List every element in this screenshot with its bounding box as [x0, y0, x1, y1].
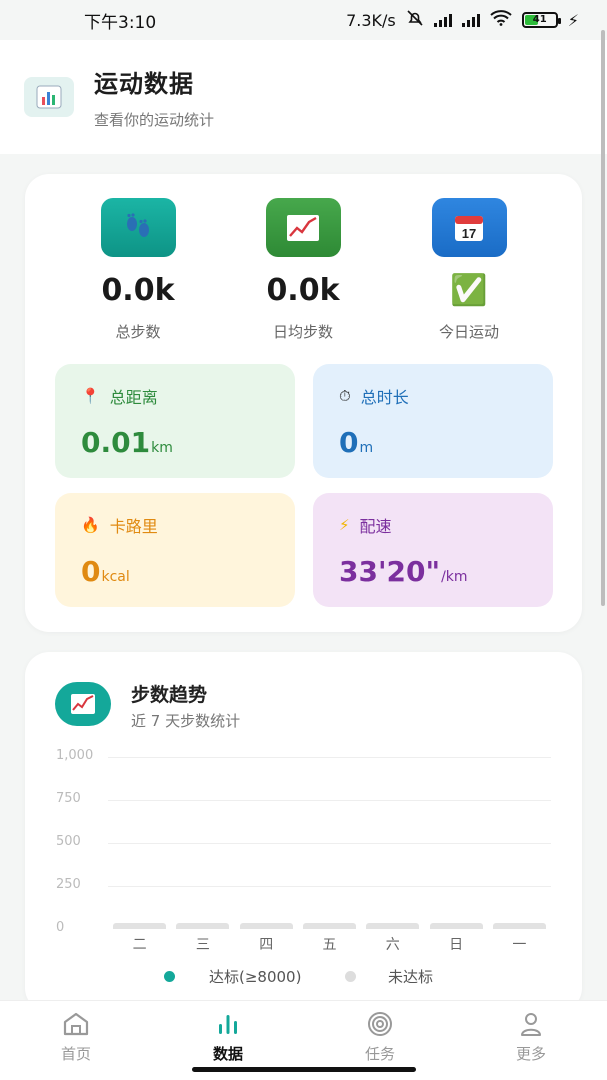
distance-unit: km	[151, 440, 173, 456]
home-icon	[36, 1011, 116, 1037]
fire-icon: 🔥	[81, 516, 100, 534]
y-tick-label: 250	[56, 877, 81, 892]
y-tick-label: 0	[56, 920, 65, 935]
bar-2[interactable]	[239, 923, 293, 929]
avg-steps-label: 日均步数	[272, 323, 333, 341]
bar-chart-icon	[24, 77, 74, 117]
y-tick-label: 1,000	[56, 748, 94, 763]
calories-value: 0	[81, 555, 101, 588]
nav-label-home: 首页	[60, 1045, 91, 1063]
nav-item-data[interactable]: 数据	[188, 1011, 268, 1064]
trend-title: 步数趋势	[131, 684, 208, 706]
legend-item-not-reached: 未达标	[345, 966, 433, 987]
x-tick-label: 三	[195, 937, 210, 953]
metric-pace[interactable]: ⚡ 配速 33'20"/km	[313, 493, 553, 607]
calories-unit: kcal	[101, 569, 130, 585]
y-tick-label: 500	[56, 834, 81, 849]
x-tick-label: 五	[322, 937, 337, 953]
wifi-icon	[490, 10, 512, 30]
trend-chart-icon	[265, 198, 341, 257]
nav-item-more[interactable]: 更多	[491, 1011, 571, 1064]
duration-value: 0	[339, 426, 359, 459]
distance-label: 总距离	[109, 388, 158, 407]
metric-duration[interactable]: ⏱ 总时长 0m	[313, 364, 553, 478]
legend-dot-reached	[164, 971, 175, 982]
today-label: 今日运动	[438, 323, 499, 341]
bar-1[interactable]	[176, 923, 230, 929]
trend-card: 步数趋势 近 7 天步数统计 1,000 750 500 250 0 二 三 四 五 六 日 一 达标…	[25, 652, 582, 1012]
net-speed: 7.3K/s	[346, 10, 396, 30]
stat-avg-steps: 0.0k 日均步数	[228, 198, 378, 342]
battery-icon: 41	[521, 12, 561, 28]
svg-text:17: 17	[462, 226, 476, 241]
x-tick-label: 一	[512, 937, 527, 953]
status-icons: 7.3K/s 41 ⚡	[346, 9, 579, 31]
duration-label: 总时长	[360, 388, 409, 407]
calendar-icon: 17	[431, 198, 507, 257]
nav-item-tasks[interactable]: 任务	[340, 1011, 420, 1064]
total-steps-label: 总步数	[115, 323, 161, 341]
home-indicator[interactable]	[192, 1067, 416, 1072]
distance-value: 0.01	[81, 426, 151, 459]
pace-unit: /km	[441, 569, 468, 585]
x-tick-label: 四	[259, 937, 274, 953]
metric-calories[interactable]: 🔥 卡路里 0kcal	[55, 493, 295, 607]
bar-4[interactable]	[366, 923, 420, 929]
gridline	[108, 886, 551, 887]
signal-icon	[433, 13, 452, 27]
calories-label: 卡路里	[109, 517, 158, 536]
stats-card: 0.0k 总步数 0.0k 日均步数 17 ✅ 今日运动 📍 总距离 0.01k…	[25, 174, 582, 632]
stats-icon	[188, 1011, 268, 1037]
trend-chart-icon	[55, 682, 111, 726]
metric-distance[interactable]: 📍 总距离 0.01km	[55, 364, 295, 478]
pace-label: 配速	[359, 517, 392, 536]
footprints-icon	[100, 198, 176, 257]
x-tick-label: 二	[132, 937, 147, 953]
legend-label-not-reached: 未达标	[388, 968, 434, 986]
total-steps-value: 0.0k	[101, 273, 175, 308]
avg-steps-value: 0.0k	[266, 273, 340, 308]
bar-6[interactable]	[492, 923, 546, 929]
today-status-icon: ✅	[450, 273, 488, 308]
legend-dot-not-reached	[345, 971, 356, 982]
legend-item-reached: 达标(≥8000)	[164, 966, 301, 987]
nav-label-tasks: 任务	[364, 1045, 395, 1063]
page-header: 运动数据 查看你的运动统计	[0, 40, 607, 154]
legend-label-reached: 达标(≥8000)	[209, 968, 302, 986]
user-icon	[491, 1011, 571, 1037]
pin-icon: 📍	[81, 387, 100, 405]
charging-icon: ⚡	[567, 10, 579, 30]
pace-value: 33'20"	[339, 555, 441, 588]
bar-0[interactable]	[113, 923, 167, 929]
stopwatch-icon: ⏱	[339, 387, 351, 405]
page-title: 运动数据	[94, 70, 194, 98]
y-tick-label: 750	[56, 791, 81, 806]
bar-3[interactable]	[303, 923, 356, 929]
nav-item-home[interactable]: 首页	[36, 1011, 116, 1064]
page-subtitle: 查看你的运动统计	[94, 111, 215, 129]
nav-label-data: 数据	[212, 1045, 243, 1063]
status-bar: 下午3:10 7.3K/s 41 ⚡	[0, 0, 607, 40]
bar-5[interactable]	[429, 923, 483, 929]
target-icon	[340, 1011, 420, 1037]
mute-bell-icon	[406, 9, 424, 31]
x-tick-label: 日	[449, 937, 464, 953]
gridline	[108, 843, 551, 844]
duration-unit: m	[359, 440, 374, 456]
stat-today: 17 ✅ 今日运动	[394, 198, 544, 342]
nav-label-more: 更多	[515, 1045, 546, 1063]
status-time: 下午3:10	[84, 12, 157, 33]
gridline	[108, 800, 551, 801]
scrollbar[interactable]	[601, 30, 605, 606]
lightning-icon: ⚡	[339, 516, 350, 534]
signal-icon-2	[461, 13, 480, 27]
trend-subtitle: 近 7 天步数统计	[131, 712, 241, 730]
stat-total-steps: 0.0k 总步数	[63, 198, 213, 342]
gridline	[108, 757, 551, 758]
x-tick-label: 六	[385, 937, 400, 953]
